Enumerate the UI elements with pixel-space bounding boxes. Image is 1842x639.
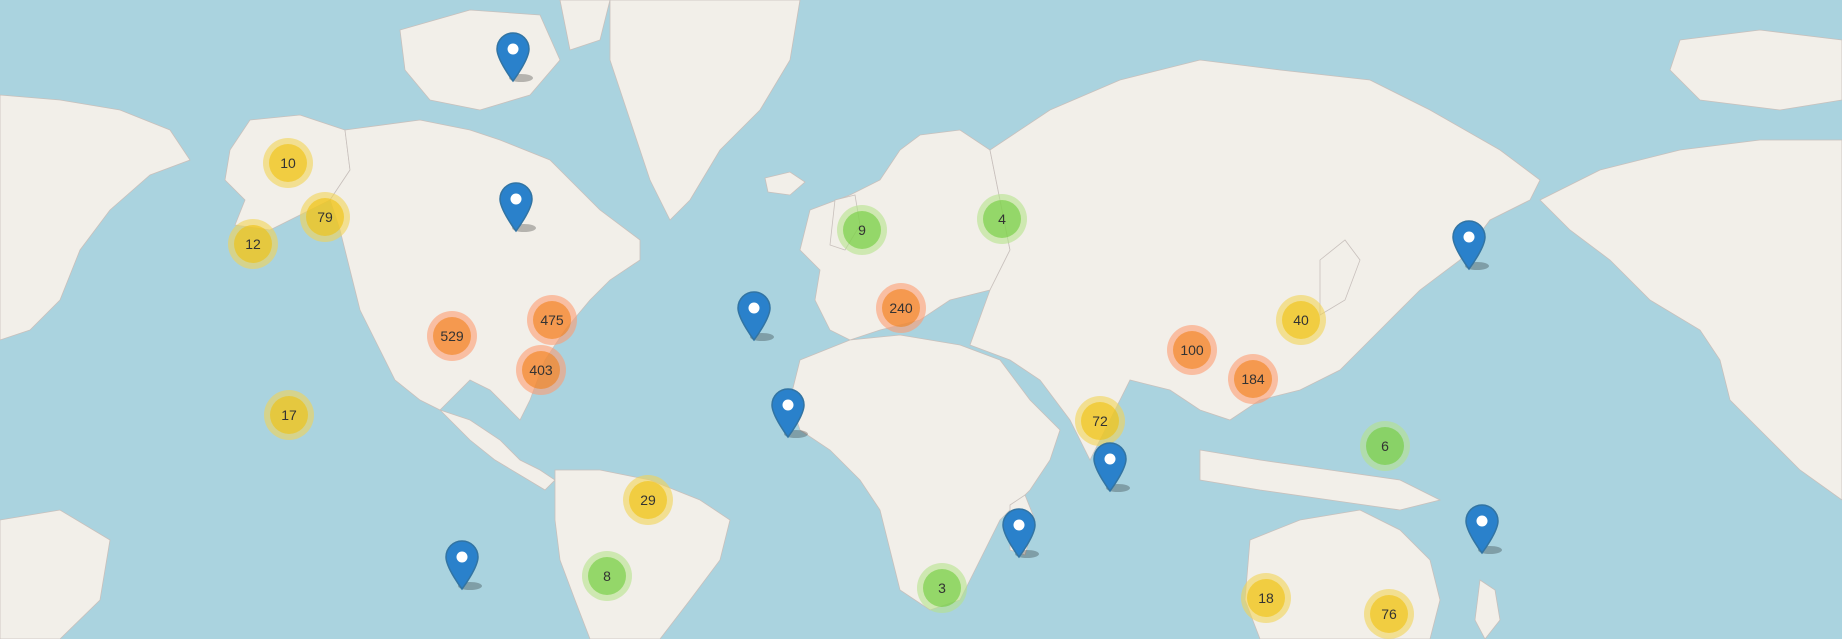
cluster-count: 12: [234, 225, 272, 263]
cluster-uk[interactable]: 9: [837, 205, 887, 255]
marker-sri-lanka[interactable]: [1092, 442, 1130, 493]
cluster-count: 10: [269, 144, 307, 182]
map-pin-icon: [499, 182, 536, 233]
cluster-count: 40: [1282, 301, 1320, 339]
cluster-china-east[interactable]: 184: [1228, 354, 1278, 404]
map-pin-icon: [1452, 220, 1489, 271]
cluster-count: 3: [923, 569, 961, 607]
cluster-chile[interactable]: 8: [582, 551, 632, 601]
cluster-southeast-us[interactable]: 403: [516, 345, 566, 395]
cluster-count: 240: [882, 289, 920, 327]
map-pin-icon: [737, 291, 774, 342]
map-pin-icon: [1093, 442, 1130, 493]
cluster-india[interactable]: 72: [1075, 396, 1125, 446]
cluster-count: 76: [1370, 595, 1408, 633]
marker-fiji[interactable]: [1464, 504, 1502, 555]
marker-arctic-canada[interactable]: [495, 32, 533, 83]
cluster-china-west[interactable]: 100: [1167, 325, 1217, 375]
cluster-western-us[interactable]: 529: [427, 311, 477, 361]
cluster-count: 8: [588, 557, 626, 595]
cluster-korea[interactable]: 40: [1276, 295, 1326, 345]
marker-madagascar[interactable]: [1001, 508, 1039, 559]
cluster-central-europe[interactable]: 240: [876, 283, 926, 333]
marker-easter-island[interactable]: [444, 540, 482, 591]
world-map[interactable]: 10 79 12 529 475 403 17 29 8 9 4 240 3 7…: [0, 0, 1842, 639]
cluster-count: 4: [983, 200, 1021, 238]
cluster-count: 9: [843, 211, 881, 249]
cluster-count: 475: [533, 301, 571, 339]
marker-kamchatka[interactable]: [1451, 220, 1489, 271]
cluster-northeast-us[interactable]: 475: [527, 295, 577, 345]
cluster-aleutians[interactable]: 12: [228, 219, 278, 269]
marker-azores[interactable]: [736, 291, 774, 342]
cluster-count: 184: [1234, 360, 1272, 398]
map-pin-icon: [496, 32, 533, 83]
cluster-alaska[interactable]: 10: [263, 138, 313, 188]
cluster-western-canada[interactable]: 79: [300, 192, 350, 242]
cluster-count: 6: [1366, 427, 1404, 465]
cluster-hawaii[interactable]: 17: [264, 390, 314, 440]
cluster-count: 100: [1173, 331, 1211, 369]
map-pin-icon: [771, 388, 808, 439]
cluster-count: 18: [1247, 579, 1285, 617]
cluster-count: 529: [433, 317, 471, 355]
marker-west-africa[interactable]: [770, 388, 808, 439]
cluster-western-australia[interactable]: 18: [1241, 573, 1291, 623]
cluster-russia-west[interactable]: 4: [977, 194, 1027, 244]
marker-hudson-bay[interactable]: [498, 182, 536, 233]
cluster-brazil[interactable]: 29: [623, 475, 673, 525]
cluster-eastern-australia[interactable]: 76: [1364, 589, 1414, 639]
map-pin-icon: [1465, 504, 1502, 555]
cluster-pacific[interactable]: 6: [1360, 421, 1410, 471]
cluster-count: 29: [629, 481, 667, 519]
cluster-count: 79: [306, 198, 344, 236]
cluster-count: 72: [1081, 402, 1119, 440]
map-pin-icon: [1002, 508, 1039, 559]
map-pin-icon: [445, 540, 482, 591]
cluster-south-africa[interactable]: 3: [917, 563, 967, 613]
cluster-count: 403: [522, 351, 560, 389]
cluster-count: 17: [270, 396, 308, 434]
